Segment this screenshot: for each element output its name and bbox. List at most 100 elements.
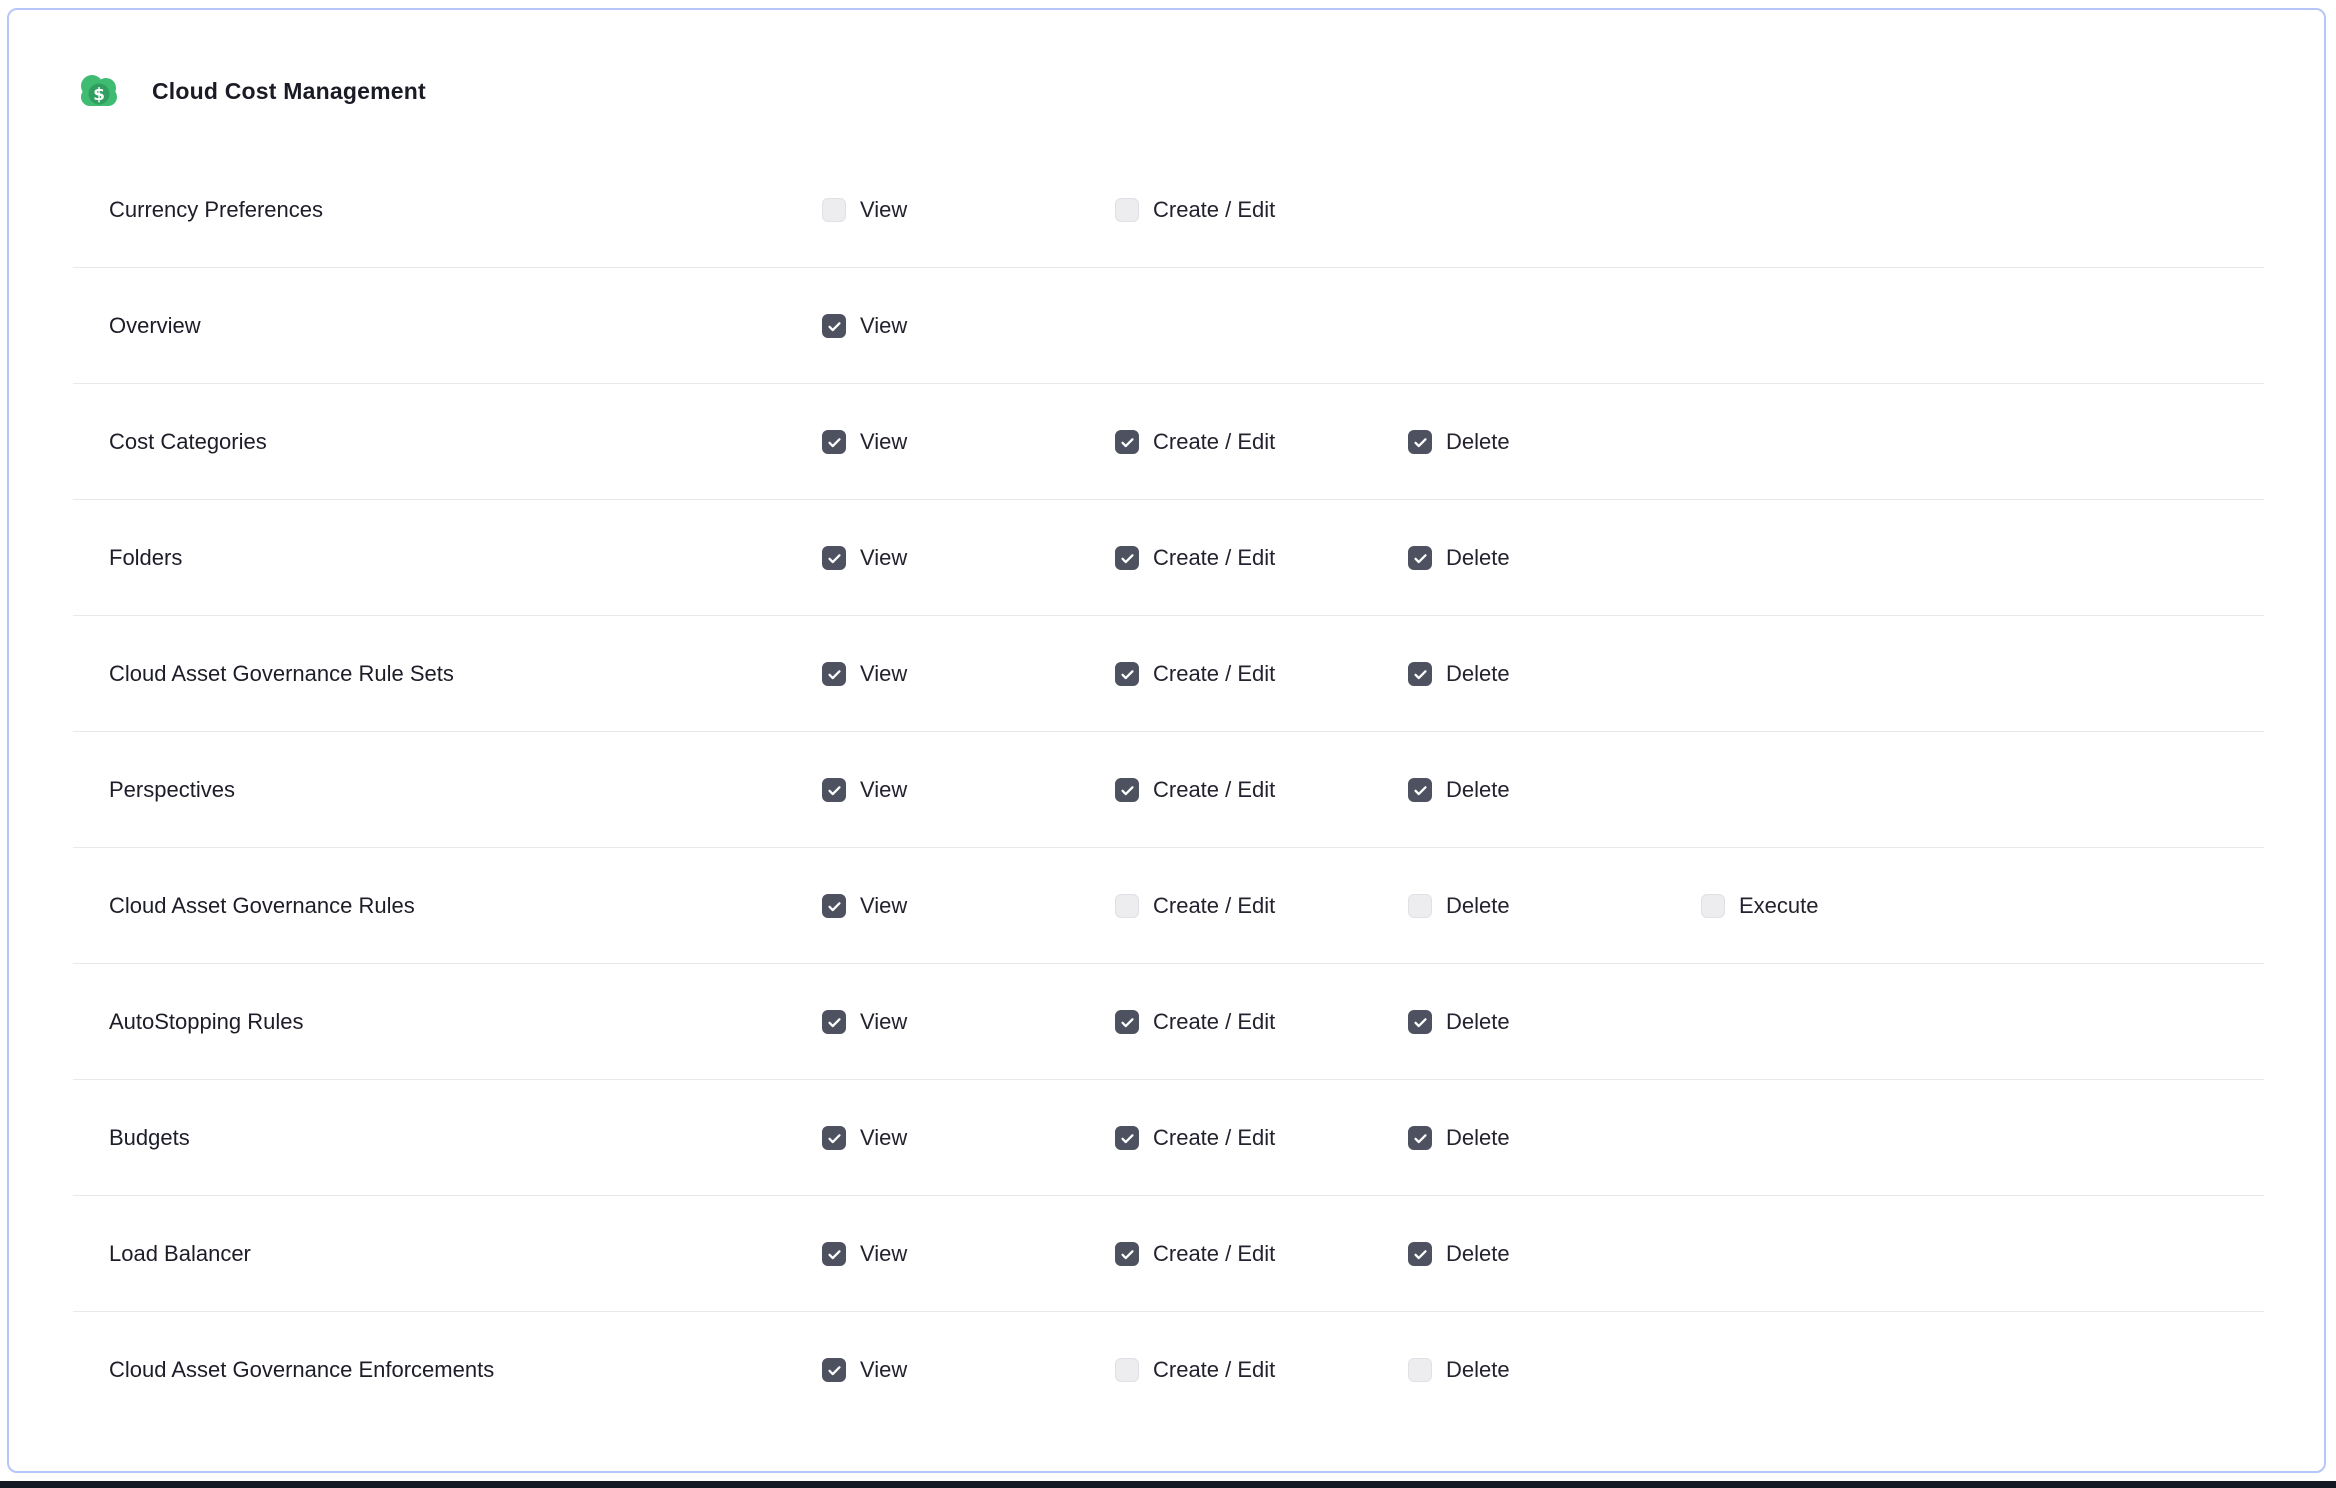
permission-view-checkbox[interactable]: View <box>822 893 1115 919</box>
permission-delete-checkbox[interactable]: Delete <box>1408 777 1701 803</box>
permission-view-checkbox[interactable]: View <box>822 197 1115 223</box>
permission-delete-checkbox[interactable]: Delete <box>1408 545 1701 571</box>
permission-execute-checkbox[interactable]: Execute <box>1701 893 1994 919</box>
permission-view-checkbox[interactable]: View <box>822 313 1115 339</box>
checked-checkbox-icon[interactable] <box>822 1126 846 1150</box>
checked-checkbox-icon[interactable] <box>822 1242 846 1266</box>
checked-checkbox-icon[interactable] <box>822 546 846 570</box>
permission-view-checkbox[interactable]: View <box>822 777 1115 803</box>
checked-checkbox-icon[interactable] <box>1115 546 1139 570</box>
checked-checkbox-icon[interactable] <box>1115 662 1139 686</box>
checked-checkbox-icon[interactable] <box>822 1358 846 1382</box>
unchecked-checkbox-icon[interactable] <box>822 198 846 222</box>
permission-create-edit-checkbox[interactable]: Create / Edit <box>1115 893 1408 919</box>
unchecked-checkbox-icon[interactable] <box>1701 894 1725 918</box>
permission-view-checkbox[interactable]: View <box>822 1357 1115 1383</box>
checked-checkbox-icon[interactable] <box>822 314 846 338</box>
permission-label: Create / Edit <box>1153 1241 1275 1267</box>
permission-label: Delete <box>1446 545 1510 571</box>
checked-checkbox-icon[interactable] <box>1115 778 1139 802</box>
dollar-cloud-icon: $ <box>76 69 122 115</box>
resource-label: Cost Categories <box>109 429 822 455</box>
resource-label: Cloud Asset Governance Rule Sets <box>109 661 822 687</box>
card-header: $ Cloud Cost Management <box>9 10 2324 115</box>
permission-label: Delete <box>1446 429 1510 455</box>
checked-checkbox-icon[interactable] <box>1115 1242 1139 1266</box>
unchecked-checkbox-icon[interactable] <box>1115 1358 1139 1382</box>
permission-label: View <box>860 893 907 919</box>
permission-delete-checkbox[interactable]: Delete <box>1408 1357 1701 1383</box>
permission-create-edit-checkbox[interactable]: Create / Edit <box>1115 197 1408 223</box>
permission-label: Delete <box>1446 1125 1510 1151</box>
permission-label: View <box>860 1009 907 1035</box>
resource-label: Currency Preferences <box>109 197 822 223</box>
permission-delete-checkbox[interactable]: Delete <box>1408 1009 1701 1035</box>
permission-create-edit-checkbox[interactable]: Create / Edit <box>1115 429 1408 455</box>
permission-label: View <box>860 545 907 571</box>
permission-create-edit-checkbox[interactable]: Create / Edit <box>1115 661 1408 687</box>
permission-create-edit-checkbox[interactable]: Create / Edit <box>1115 1241 1408 1267</box>
resource-label: AutoStopping Rules <box>109 1009 822 1035</box>
permission-row-overview: Overview View <box>9 268 2324 384</box>
permission-label: Delete <box>1446 661 1510 687</box>
permission-label: Delete <box>1446 777 1510 803</box>
permission-view-checkbox[interactable]: View <box>822 661 1115 687</box>
checked-checkbox-icon[interactable] <box>1115 1126 1139 1150</box>
checked-checkbox-icon[interactable] <box>1115 430 1139 454</box>
permission-create-edit-checkbox[interactable]: Create / Edit <box>1115 1009 1408 1035</box>
permission-label: Create / Edit <box>1153 545 1275 571</box>
unchecked-checkbox-icon[interactable] <box>1408 894 1432 918</box>
permission-row-load-balancer: Load Balancer View Create / Edit Delete <box>9 1196 2324 1312</box>
permission-delete-checkbox[interactable]: Delete <box>1408 893 1701 919</box>
checked-checkbox-icon[interactable] <box>1408 1242 1432 1266</box>
permission-label: Create / Edit <box>1153 197 1275 223</box>
permission-view-checkbox[interactable]: View <box>822 429 1115 455</box>
resource-label: Cloud Asset Governance Enforcements <box>109 1357 822 1383</box>
checked-checkbox-icon[interactable] <box>822 430 846 454</box>
unchecked-checkbox-icon[interactable] <box>1115 198 1139 222</box>
checked-checkbox-icon[interactable] <box>1408 430 1432 454</box>
permission-delete-checkbox[interactable]: Delete <box>1408 429 1701 455</box>
permission-label: View <box>860 1357 907 1383</box>
resource-label: Load Balancer <box>109 1241 822 1267</box>
permission-row-cloud-asset-governance-rule-sets: Cloud Asset Governance Rule SetsViewCrea… <box>9 616 2324 732</box>
checked-checkbox-icon[interactable] <box>1408 1010 1432 1034</box>
checked-checkbox-icon[interactable] <box>1115 1010 1139 1034</box>
permission-create-edit-checkbox[interactable]: Create / Edit <box>1115 777 1408 803</box>
permission-delete-checkbox[interactable]: Delete <box>1408 1125 1701 1151</box>
checked-checkbox-icon[interactable] <box>822 894 846 918</box>
resource-label: Perspectives <box>109 777 822 803</box>
permission-view-checkbox[interactable]: View <box>822 545 1115 571</box>
checked-checkbox-icon[interactable] <box>822 778 846 802</box>
checked-checkbox-icon[interactable] <box>1408 662 1432 686</box>
permission-label: View <box>860 197 907 223</box>
permission-create-edit-checkbox[interactable]: Create / Edit <box>1115 1125 1408 1151</box>
permission-label: Create / Edit <box>1153 1009 1275 1035</box>
unchecked-checkbox-icon[interactable] <box>1115 894 1139 918</box>
svg-text:$: $ <box>93 85 105 105</box>
resource-label: Overview <box>109 313 822 339</box>
permission-view-checkbox[interactable]: View <box>822 1241 1115 1267</box>
permission-delete-checkbox[interactable]: Delete <box>1408 1241 1701 1267</box>
permission-create-edit-checkbox[interactable]: Create / Edit <box>1115 545 1408 571</box>
bottom-window-edge <box>0 1481 2336 1488</box>
checked-checkbox-icon[interactable] <box>1408 778 1432 802</box>
checked-checkbox-icon[interactable] <box>1408 1126 1432 1150</box>
permissions-table: Currency PreferencesViewCreate / EditOve… <box>9 152 2324 1428</box>
permission-create-edit-checkbox[interactable]: Create / Edit <box>1115 1357 1408 1383</box>
checked-checkbox-icon[interactable] <box>822 662 846 686</box>
permission-row-cloud-asset-governance-rules: Cloud Asset Governance RulesViewCreate /… <box>9 848 2324 964</box>
permission-row-cloud-asset-governance-enforcements: Cloud Asset Governance Enforcements View C… <box>9 1312 2324 1428</box>
permission-view-checkbox[interactable]: View <box>822 1125 1115 1151</box>
permission-view-checkbox[interactable]: View <box>822 1009 1115 1035</box>
checked-checkbox-icon[interactable] <box>822 1010 846 1034</box>
cloud-cost-management-card: $ Cloud Cost Management Currency Prefere… <box>7 8 2326 1473</box>
checked-checkbox-icon[interactable] <box>1408 546 1432 570</box>
permission-label: View <box>860 313 907 339</box>
resource-label: Budgets <box>109 1125 822 1151</box>
permission-label: View <box>860 1241 907 1267</box>
permission-label: View <box>860 777 907 803</box>
permission-delete-checkbox[interactable]: Delete <box>1408 661 1701 687</box>
permission-row-cost-categories: Cost CategoriesViewCreate / Edit Delete <box>9 384 2324 500</box>
unchecked-checkbox-icon[interactable] <box>1408 1358 1432 1382</box>
